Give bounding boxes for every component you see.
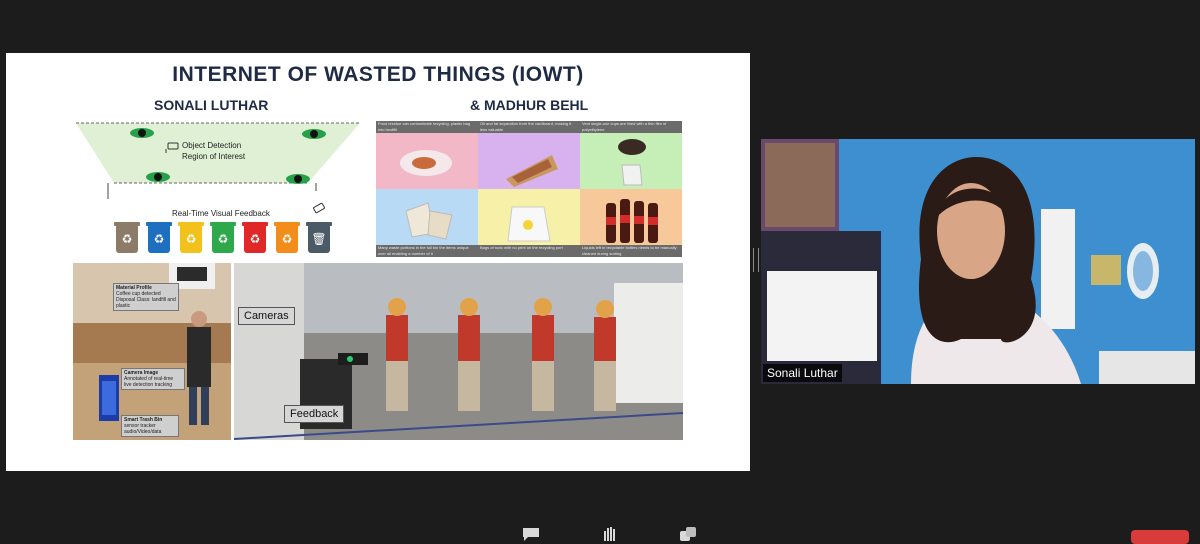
grid-cell: Many waste portions in the full bin the … — [376, 189, 478, 257]
bins-row: ♻ ♻ ♻ ♻ ♻ ♻ 🗑 — [112, 222, 352, 257]
bin-icon: ♻ — [242, 222, 268, 253]
detection-diagram: Object Detection Region of Interest Real… — [74, 121, 364, 261]
chat-icon[interactable] — [522, 527, 540, 543]
panel-splitter-handle[interactable] — [753, 248, 759, 272]
bin-icon: ♻ — [210, 222, 236, 253]
office-photo: Material Profile Coffee cup detected Disp… — [73, 263, 231, 440]
roi-label: Object Detection Region of Interest — [182, 141, 246, 161]
grid-cell: Food residue can contaminate recycling, … — [376, 121, 478, 189]
participant-video[interactable]: Sonali Luthar — [761, 139, 1195, 384]
bin-icon: 🗑 — [306, 222, 332, 253]
material-profile-tag: Material Profile Coffee cup detected Disp… — [113, 283, 179, 311]
video-frame — [761, 139, 1195, 384]
bin-icon: ♻ — [114, 222, 140, 253]
shared-slide: INTERNET OF WASTED THINGS (IOWT) SONALI … — [6, 53, 750, 471]
grid-cell: Liquids left in recyclable bottles needs… — [580, 189, 682, 257]
bin-icon: ♻ — [274, 222, 300, 253]
author-left: SONALI LUTHAR — [154, 97, 269, 113]
feedback-caption: Real-Time Visual Feedback — [172, 209, 270, 218]
meeting-toolbar — [0, 520, 1200, 543]
grid-cell: Vent single-use cups are lined with a th… — [580, 121, 682, 189]
grid-cell: Bags of toxic with no print on the recyc… — [478, 189, 580, 257]
smart-bin-tag: Smart Trash Bin sensor tracker audio/Vide… — [121, 415, 179, 437]
grid-cell: Oil and fat separation from the cardboar… — [478, 121, 580, 189]
feedback-label: Feedback — [284, 405, 345, 423]
author-right: & MADHUR BEHL — [470, 97, 589, 113]
participant-name-badge: Sonali Luthar — [763, 364, 842, 382]
cameras-label: Cameras — [238, 307, 295, 325]
lab-photo: Cameras Feedback — [234, 263, 683, 440]
end-meeting-button[interactable] — [1131, 530, 1189, 544]
camera-image-tag: Camera Image Annotated of real-time live … — [121, 368, 185, 390]
raise-hand-icon[interactable] — [602, 527, 618, 543]
bin-icon: ♻ — [178, 222, 204, 253]
reactions-icon[interactable] — [678, 527, 698, 543]
waste-examples-grid: Food residue can contaminate recycling, … — [376, 121, 682, 257]
slide-title: INTERNET OF WASTED THINGS (IOWT) — [172, 63, 584, 86]
bin-icon: ♻ — [146, 222, 172, 253]
